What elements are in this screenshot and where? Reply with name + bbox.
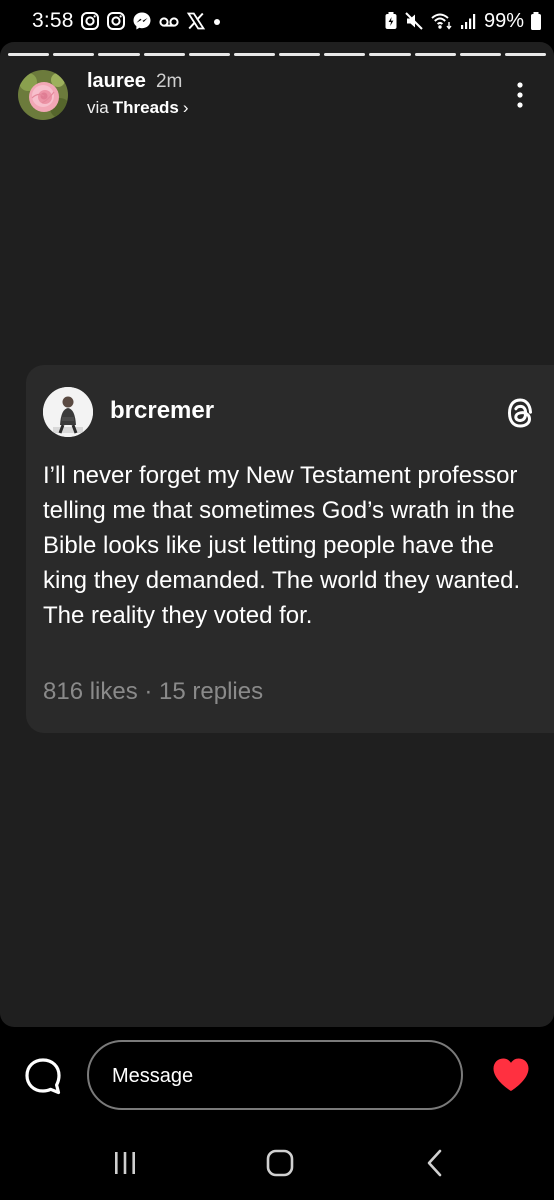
rose-avatar-image <box>18 70 68 120</box>
via-threads-link[interactable]: via Threads › <box>87 98 189 118</box>
signal-icon <box>460 14 476 29</box>
post-stats[interactable]: 816 likes · 15 replies <box>43 678 263 706</box>
progress-segment <box>143 53 185 56</box>
via-app-name: Threads <box>112 98 179 117</box>
battery-percentage: 99% <box>483 9 524 32</box>
person-avatar-image <box>43 387 93 437</box>
progress-segment <box>324 53 366 56</box>
progress-segment <box>414 53 456 56</box>
threads-post-card[interactable]: brcremer I’ll never forget my New Testam… <box>26 365 554 733</box>
via-prefix: via <box>87 98 109 117</box>
progress-segment <box>369 53 411 56</box>
progress-segment <box>53 53 95 56</box>
progress-segment <box>459 53 501 56</box>
progress-segment <box>8 53 50 56</box>
voicemail-icon <box>159 17 179 27</box>
story-progress-bar <box>8 53 547 56</box>
chevron-right-icon: › <box>182 98 189 117</box>
mute-icon <box>405 12 423 30</box>
message-input[interactable]: Message <box>87 1040 463 1110</box>
progress-segment <box>98 53 140 56</box>
progress-segment <box>188 53 230 56</box>
post-author-name[interactable]: brcremer <box>110 397 214 425</box>
messenger-icon <box>133 12 151 30</box>
post-text: I’ll never forget my New Testament profe… <box>43 462 521 629</box>
more-options-icon[interactable] <box>512 80 528 110</box>
story-username[interactable]: lauree <box>87 70 146 93</box>
notification-icons <box>80 10 222 32</box>
wifi-icon <box>431 13 452 30</box>
status-bar: 3:58 99% <box>0 0 554 42</box>
progress-segment <box>279 53 321 56</box>
story-username-row: lauree 2m <box>87 70 182 93</box>
instagram-icon <box>107 12 125 30</box>
instagram-icon <box>81 12 99 30</box>
heart-icon[interactable] <box>491 1056 531 1094</box>
back-icon[interactable] <box>424 1148 444 1178</box>
progress-segment <box>504 53 547 56</box>
system-icons: 99% <box>384 10 542 32</box>
threads-logo-icon[interactable] <box>504 395 536 431</box>
status-time: 3:58 <box>32 9 74 32</box>
story-author-avatar[interactable] <box>18 70 68 120</box>
x-icon <box>186 12 206 30</box>
progress-segment <box>233 53 276 56</box>
dot-icon <box>214 19 220 25</box>
post-author-avatar <box>43 387 93 437</box>
home-icon[interactable] <box>265 1148 295 1178</box>
battery-saver-icon <box>385 12 397 29</box>
story-time-ago: 2m <box>155 71 183 92</box>
recent-apps-icon[interactable] <box>112 1150 138 1176</box>
chat-bubble-icon[interactable] <box>24 1057 62 1097</box>
story-viewer[interactable]: lauree 2m via Threads › brcremer I’ll ne… <box>0 42 554 1027</box>
message-placeholder: Message <box>112 1065 194 1087</box>
story-header: lauree 2m via Threads › <box>18 70 538 126</box>
battery-icon <box>531 12 541 30</box>
